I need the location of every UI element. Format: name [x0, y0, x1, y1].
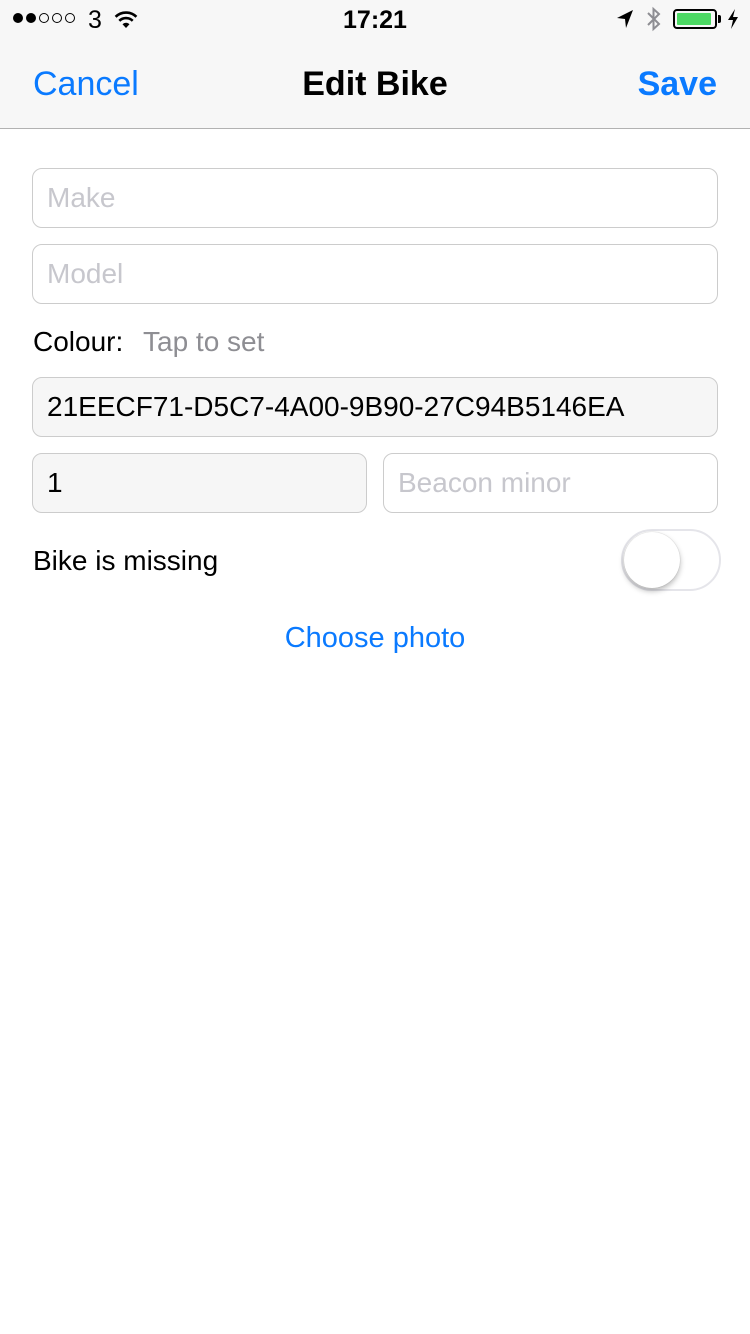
bike-missing-label: Bike is missing [33, 545, 219, 576]
beacon-uuid-field[interactable] [32, 377, 718, 437]
colour-picker[interactable]: Tap to set [143, 326, 264, 358]
bike-missing-toggle[interactable] [621, 529, 721, 591]
save-button[interactable]: Save [638, 65, 717, 104]
navigation-bar: Cancel Edit Bike Save [0, 40, 750, 129]
location-arrow-icon [615, 8, 635, 35]
status-bar: 3 17:21 [0, 0, 750, 40]
battery-level [677, 13, 712, 25]
status-time: 17:21 [343, 6, 407, 34]
colour-label: Colour: [33, 326, 124, 357]
bluetooth-icon [645, 6, 663, 37]
battery-tip [718, 15, 721, 23]
model-field[interactable] [32, 244, 718, 304]
make-field[interactable] [32, 168, 718, 228]
beacon-minor-field[interactable] [383, 453, 718, 513]
beacon-major-field[interactable] [32, 453, 367, 513]
charging-bolt-icon [726, 8, 740, 35]
choose-photo-button[interactable]: Choose photo [0, 622, 750, 655]
toggle-knob [624, 532, 680, 588]
battery-icon [673, 9, 717, 29]
